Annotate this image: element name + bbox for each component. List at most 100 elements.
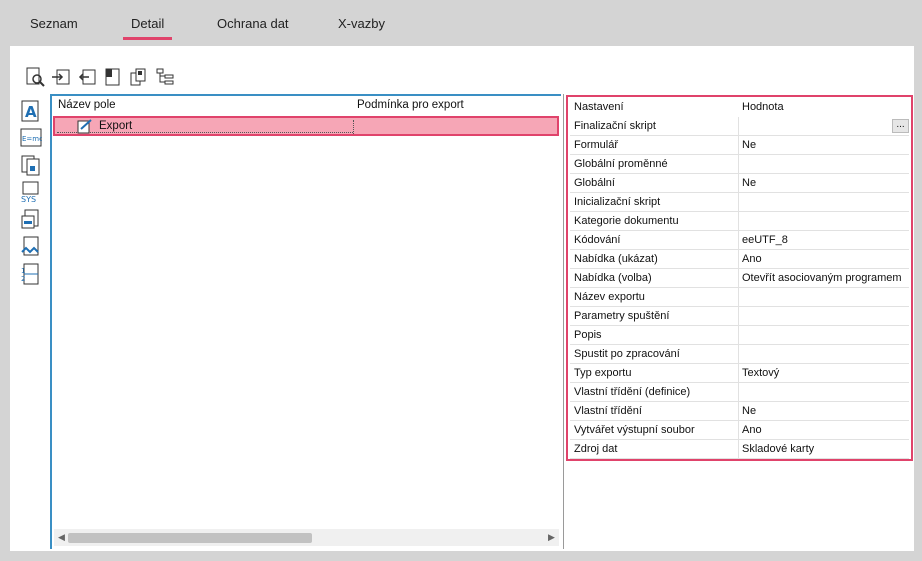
property-divider: [738, 421, 739, 440]
property-key: Inicializační skript: [574, 196, 661, 208]
property-divider: [738, 326, 739, 345]
property-key: Finalizační skript: [574, 120, 656, 132]
property-row[interactable]: Kódování eeUTF_8: [570, 231, 909, 250]
tree-row-label: Export: [99, 120, 133, 132]
property-value[interactable]: Ne: [742, 177, 756, 189]
property-divider: [738, 212, 739, 231]
svg-text:SYS: SYS: [21, 195, 36, 203]
property-row[interactable]: Popis: [570, 326, 909, 345]
property-key: Popis: [574, 329, 602, 341]
property-row[interactable]: Parametry spuštění: [570, 307, 909, 326]
property-key: Zdroj dat: [574, 443, 618, 455]
tab-detail[interactable]: Detail: [131, 16, 164, 31]
property-key: Globální: [574, 177, 615, 189]
property-divider: [738, 155, 739, 174]
link-field-button[interactable]: [20, 236, 42, 258]
properties-panel: Nastavení Hodnota Finalizační skript... F…: [563, 94, 914, 549]
page-button[interactable]: [102, 66, 124, 88]
property-divider: [738, 288, 739, 307]
import-button[interactable]: [50, 66, 72, 88]
property-value[interactable]: Ne: [742, 139, 756, 151]
property-value[interactable]: Skladové karty: [742, 443, 814, 455]
document-field-button[interactable]: [20, 154, 42, 176]
scroll-right-icon[interactable]: ▶: [548, 532, 555, 543]
property-value[interactable]: Ne: [742, 405, 756, 417]
tab-ochrana-dat[interactable]: Ochrana dat: [217, 16, 289, 31]
arrow-in-icon: [52, 69, 70, 85]
toolbar: [24, 66, 176, 88]
scroll-left-icon[interactable]: ◀: [58, 532, 65, 543]
property-row[interactable]: Kategorie dokumentu: [570, 212, 909, 231]
system-field-button[interactable]: SYS: [20, 181, 42, 204]
property-row[interactable]: Formulář Ne: [570, 136, 909, 155]
property-divider: [738, 364, 739, 383]
property-value[interactable]: Ano: [742, 424, 762, 436]
formula-icon: E=mc²: [20, 128, 46, 147]
property-row[interactable]: Finalizační skript...: [570, 117, 909, 136]
property-divider: [738, 345, 739, 364]
field-type-strip: A E=mc² SYS 12: [10, 94, 50, 549]
export-fields-tree[interactable]: Název pole Podmínka pro export Export ◀ …: [50, 94, 561, 549]
column-separator: [353, 120, 354, 134]
property-value[interactable]: Textový: [742, 367, 779, 379]
property-row[interactable]: Nabídka (ukázat) Ano: [570, 250, 909, 269]
property-row[interactable]: Vytvářet výstupní soubor Ano: [570, 421, 909, 440]
property-row[interactable]: Globální Ne: [570, 174, 909, 193]
column-field-name[interactable]: Název pole: [58, 99, 116, 111]
property-key: Vlastní třídění (definice): [574, 386, 691, 398]
property-divider: [738, 231, 739, 250]
property-divider: [738, 136, 739, 155]
property-divider: [738, 117, 739, 136]
preview-icon: [26, 67, 45, 87]
header-value: Hodnota: [742, 101, 784, 113]
copy-button[interactable]: [128, 66, 150, 88]
property-row[interactable]: Typ exportu Textový: [570, 364, 909, 383]
property-divider: [738, 440, 739, 459]
active-tab-indicator: [123, 37, 172, 40]
property-row[interactable]: Vlastní třídění Ne: [570, 402, 909, 421]
numbering-field-button[interactable]: 12: [20, 263, 42, 285]
edit-script-button[interactable]: ...: [892, 119, 909, 133]
svg-text:A: A: [25, 103, 37, 121]
property-key: Kategorie dokumentu: [574, 215, 679, 227]
preview-button[interactable]: [24, 66, 46, 88]
export-out-button[interactable]: [76, 66, 98, 88]
tree-guide-line: [57, 132, 353, 133]
arrow-out-icon: [78, 69, 96, 85]
column-export-condition[interactable]: Podmínka pro export: [357, 99, 464, 111]
horizontal-scrollbar[interactable]: ◀ ▶: [54, 529, 559, 546]
property-key: Nabídka (ukázat): [574, 253, 658, 265]
property-row[interactable]: Globální proměnné: [570, 155, 909, 174]
property-row[interactable]: Název exportu: [570, 288, 909, 307]
tab-seznam[interactable]: Seznam: [30, 16, 78, 31]
formula-field-button[interactable]: E=mc²: [20, 127, 46, 149]
property-row[interactable]: Inicializační skript: [570, 193, 909, 212]
property-value[interactable]: Otevřít asociovaným programem: [742, 272, 902, 284]
documents-icon: [21, 155, 40, 176]
detail-workspace: A E=mc² SYS 12 Název pole Podmínka pro e…: [10, 46, 914, 551]
property-key: Spustit po zpracování: [574, 348, 680, 360]
tree-icon: [156, 68, 174, 85]
property-row[interactable]: Zdroj dat Skladové karty: [570, 440, 909, 459]
property-divider: [738, 250, 739, 269]
property-key: Formulář: [574, 139, 619, 151]
property-divider: [738, 174, 739, 193]
property-row[interactable]: Spustit po zpracování: [570, 345, 909, 364]
numbering-icon: 12: [21, 263, 39, 285]
text-field-button[interactable]: A: [20, 100, 42, 122]
tab-x-vazby[interactable]: X-vazby: [338, 16, 385, 31]
property-value[interactable]: eeUTF_8: [742, 234, 788, 246]
svg-text:E=mc²: E=mc²: [22, 135, 42, 143]
property-key: Vytvářet výstupní soubor: [574, 424, 695, 436]
property-key: Vlastní třídění: [574, 405, 642, 417]
export-item-icon: [77, 119, 92, 134]
property-row[interactable]: Vlastní třídění (definice): [570, 383, 909, 402]
property-row[interactable]: Nabídka (volba) Otevřít asociovaným progr…: [570, 269, 909, 288]
property-value[interactable]: Ano: [742, 253, 762, 265]
tree-row-export[interactable]: Export: [53, 116, 559, 136]
properties-grid: Nastavení Hodnota Finalizační skript... F…: [566, 95, 913, 461]
tree-structure-button[interactable]: [154, 66, 176, 88]
data-field-button[interactable]: [20, 209, 42, 231]
property-divider: [738, 269, 739, 288]
scrollbar-thumb[interactable]: [68, 533, 312, 543]
